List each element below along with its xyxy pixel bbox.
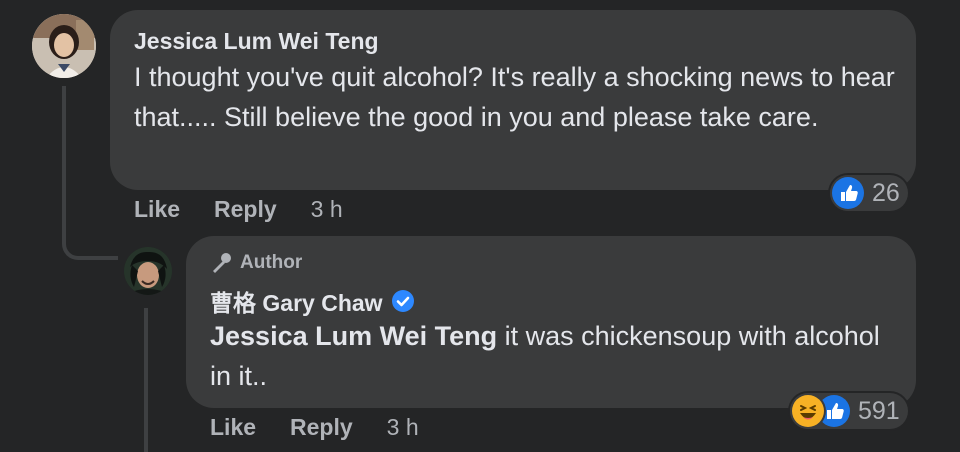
like-icon xyxy=(832,177,864,209)
avatar-image xyxy=(32,14,96,78)
comment-author-name[interactable]: Jessica Lum Wei Teng xyxy=(134,28,379,55)
reply-reaction-count: 591 xyxy=(858,396,900,425)
author-badge: Author xyxy=(208,250,302,276)
haha-icon xyxy=(792,395,824,427)
author-badge-label: Author xyxy=(240,252,303,273)
reply-timestamp[interactable]: 3 h xyxy=(387,414,419,441)
reply-author-name[interactable]: 曹格 Gary Chaw xyxy=(210,284,383,318)
comment-thread: Jessica Lum Wei Teng I thought you've qu… xyxy=(0,0,960,452)
microphone-icon xyxy=(208,250,234,276)
reply-bubble: Author 曹格 Gary Chaw Jessica Lum Wei Teng… xyxy=(186,236,916,408)
comment-actions: Like Reply 3 h xyxy=(134,196,343,223)
reply-actions: Like Reply 3 h xyxy=(210,414,419,441)
verified-badge-icon xyxy=(391,289,415,313)
comment-timestamp[interactable]: 3 h xyxy=(311,196,343,223)
avatar-jessica[interactable] xyxy=(32,14,96,78)
comment-reactions[interactable]: 26 xyxy=(830,175,908,211)
reply-connector-line xyxy=(144,308,148,452)
comment-bubble: Jessica Lum Wei Teng I thought you've qu… xyxy=(110,10,916,190)
comment-reaction-count: 26 xyxy=(872,178,900,207)
avatar-image xyxy=(124,247,172,295)
like-button[interactable]: Like xyxy=(134,196,180,223)
like-button[interactable]: Like xyxy=(210,414,256,441)
comment-text: I thought you've quit alcohol? It's real… xyxy=(134,62,895,132)
reply-reactions[interactable]: 591 xyxy=(790,393,908,429)
reply-button[interactable]: Reply xyxy=(214,196,277,223)
reply-text: Jessica Lum Wei Teng it was chickensoup … xyxy=(210,316,900,396)
reply-button[interactable]: Reply xyxy=(290,414,353,441)
avatar-gary[interactable] xyxy=(124,247,172,295)
reply-author-row: 曹格 Gary Chaw xyxy=(210,284,415,318)
mention-link[interactable]: Jessica Lum Wei Teng xyxy=(210,321,497,351)
